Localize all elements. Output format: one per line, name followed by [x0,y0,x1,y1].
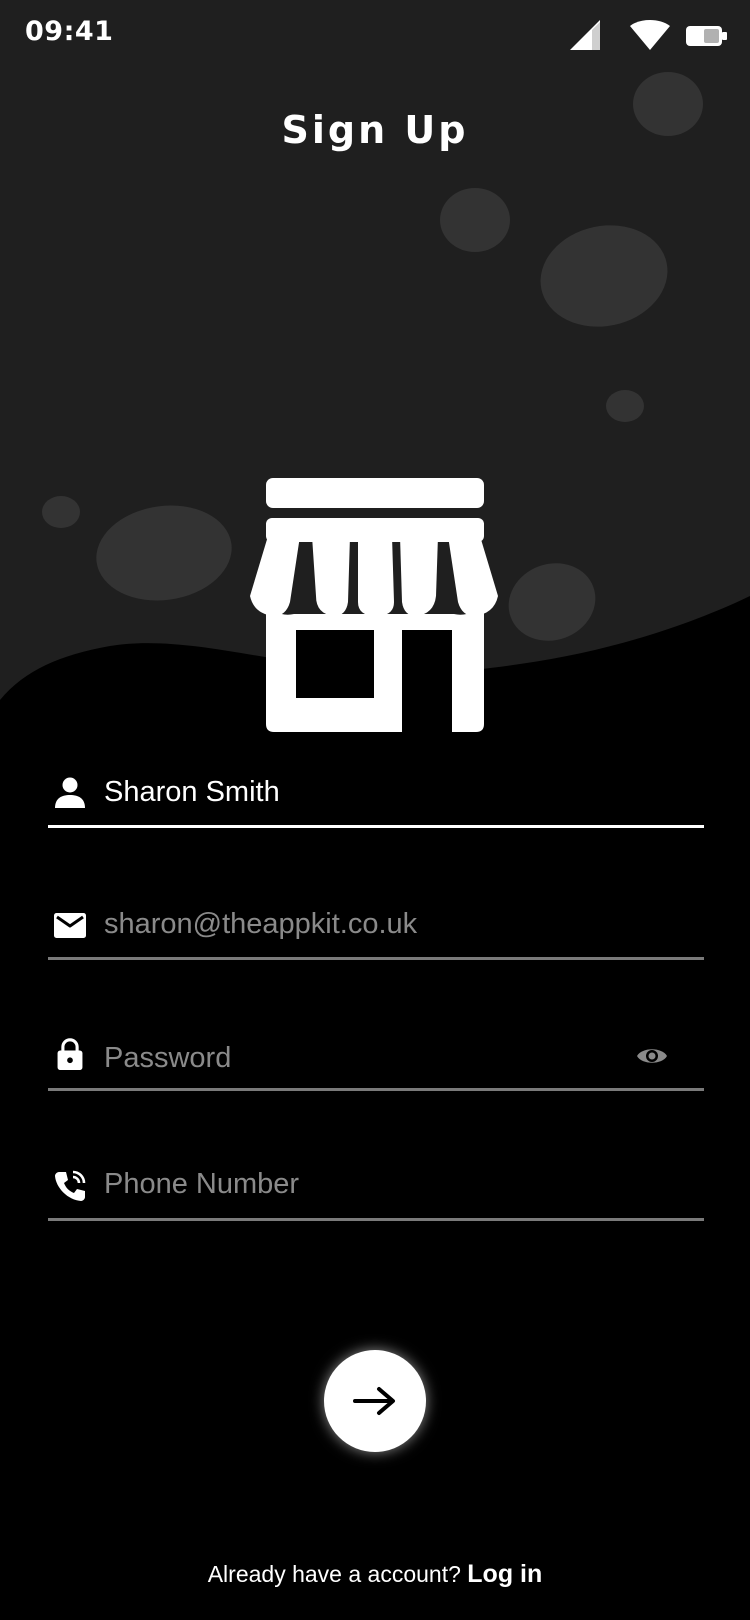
decorative-blob [42,496,80,528]
login-link[interactable]: Log in [467,1560,542,1588]
name-input[interactable]: Sharon Smith [104,776,280,809]
decorative-blob [440,188,510,252]
cellular-signal-icon [570,20,600,50]
name-field[interactable]: Sharon Smith [48,770,704,860]
login-prompt-text: Already have a account? [207,1561,468,1587]
password-field[interactable]: Password [48,1036,704,1126]
email-underline [48,957,704,960]
decorative-blob [606,390,644,422]
phone-icon [55,1170,86,1201]
battery-icon [686,26,727,46]
wifi-icon [630,20,670,50]
status-bar: 09:41 [0,0,750,70]
email-input[interactable]: sharon@theappkit.co.uk [104,908,417,941]
page-title: Sign Up [281,108,469,152]
login-prompt: Already have a account? Log in [0,1560,750,1589]
eye-icon[interactable] [636,1044,668,1068]
phone-field[interactable]: Phone Number [48,1166,704,1256]
storefront-icon [250,478,498,732]
arrow-right-icon [353,1387,395,1415]
lock-icon [57,1038,83,1070]
next-button[interactable] [324,1350,426,1452]
phone-underline [48,1218,704,1221]
status-icons [570,20,727,50]
phone-input[interactable]: Phone Number [104,1168,299,1201]
name-underline [48,825,704,828]
password-input[interactable]: Password [104,1042,231,1075]
person-icon [55,777,85,808]
mail-icon [54,913,86,938]
password-underline [48,1088,704,1091]
email-field[interactable]: sharon@theappkit.co.uk [48,902,704,992]
status-time: 09:41 [25,16,114,47]
sign-up-screen: 09:41 Sign Up Sharon Smith sharon@theapp… [0,0,750,1620]
